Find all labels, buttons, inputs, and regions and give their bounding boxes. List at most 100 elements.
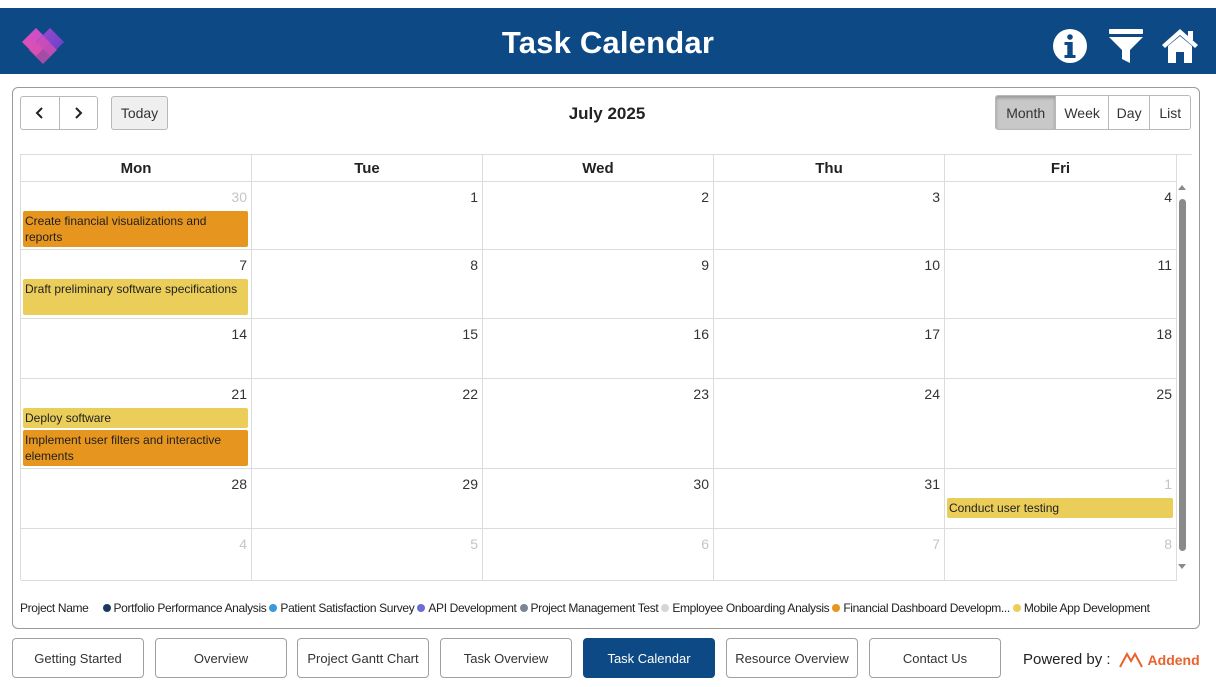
day-cell[interactable]: 30 Create financial visualizations and re… xyxy=(21,182,252,250)
home-icon[interactable] xyxy=(1160,26,1200,66)
calendar-scrollbar[interactable] xyxy=(1176,185,1188,581)
day-number[interactable]: 30 xyxy=(693,476,709,492)
day-number[interactable]: 6 xyxy=(701,536,709,552)
scroll-down-icon[interactable] xyxy=(1178,564,1186,569)
legend-item[interactable]: Employee Onboarding Analysis xyxy=(661,601,830,615)
legend-item[interactable]: Mobile App Development xyxy=(1012,601,1150,615)
day-number[interactable]: 21 xyxy=(231,386,247,402)
day-number[interactable]: 17 xyxy=(924,326,940,342)
day-number[interactable]: 1 xyxy=(470,189,478,205)
day-cell[interactable]: 23 xyxy=(483,379,714,469)
day-number[interactable]: 8 xyxy=(470,257,478,273)
scroll-up-icon[interactable] xyxy=(1178,185,1186,190)
day-number[interactable]: 8 xyxy=(1164,536,1172,552)
calendar-event[interactable]: Create financial visualizations and repo… xyxy=(23,211,248,247)
scroll-thumb[interactable] xyxy=(1179,199,1186,551)
day-cell[interactable]: 1 xyxy=(252,182,483,250)
powered-by-brand: Addend xyxy=(1147,651,1200,668)
day-cell[interactable]: 7 Draft preliminary software specificatio… xyxy=(21,250,252,319)
day-number[interactable]: 7 xyxy=(239,257,247,273)
day-number[interactable]: 2 xyxy=(701,189,709,205)
day-cell[interactable]: 16 xyxy=(483,319,714,379)
day-number[interactable]: 23 xyxy=(693,386,709,402)
legend-item[interactable]: Portfolio Performance Analysis xyxy=(102,601,267,615)
legend-item[interactable]: Project Management Test xyxy=(519,601,659,615)
legend-dot-icon xyxy=(102,604,111,612)
legend-dot-icon xyxy=(269,604,278,612)
day-number[interactable]: 9 xyxy=(701,257,709,273)
day-cell[interactable]: 5 xyxy=(252,529,483,581)
day-cell[interactable]: 1 Conduct user testing xyxy=(945,469,1177,529)
day-cell[interactable]: 18 xyxy=(945,319,1177,379)
nav-button-task-calendar[interactable]: Task Calendar xyxy=(583,638,715,678)
day-number[interactable]: 5 xyxy=(470,536,478,552)
day-cell[interactable]: 8 xyxy=(252,250,483,319)
legend-item[interactable]: API Development xyxy=(417,601,517,615)
view-day-button[interactable]: Day xyxy=(1107,96,1150,129)
nav-button-overview[interactable]: Overview xyxy=(155,638,287,678)
view-month-button[interactable]: Month xyxy=(996,96,1056,129)
day-number[interactable]: 29 xyxy=(462,476,478,492)
weekday-header: Thu xyxy=(714,155,945,182)
nav-button-task-overview[interactable]: Task Overview xyxy=(440,638,572,678)
day-number[interactable]: 25 xyxy=(1156,386,1172,402)
nav-button-project-gantt-chart[interactable]: Project Gantt Chart xyxy=(297,638,429,678)
day-cell[interactable]: 30 xyxy=(483,469,714,529)
day-number[interactable]: 3 xyxy=(932,189,940,205)
day-cell[interactable]: 8 xyxy=(945,529,1177,581)
day-cell[interactable]: 10 xyxy=(714,250,945,319)
filter-icon[interactable] xyxy=(1106,26,1146,66)
calendar-event[interactable]: Implement user filters and interactive e… xyxy=(23,430,248,466)
day-number[interactable]: 31 xyxy=(924,476,940,492)
day-number[interactable]: 1 xyxy=(1164,476,1172,492)
day-cell[interactable]: 21 Deploy software Implement user filters … xyxy=(21,379,252,469)
day-cell[interactable]: 6 xyxy=(483,529,714,581)
view-switcher: Month Week Day List xyxy=(995,95,1191,130)
day-number[interactable]: 7 xyxy=(932,536,940,552)
day-number[interactable]: 10 xyxy=(924,257,940,273)
nav-button-getting-started[interactable]: Getting Started xyxy=(12,638,144,678)
view-list-button[interactable]: List xyxy=(1149,96,1190,129)
day-cell[interactable]: 14 xyxy=(21,319,252,379)
day-number[interactable]: 22 xyxy=(462,386,478,402)
day-cell[interactable]: 29 xyxy=(252,469,483,529)
day-number[interactable]: 24 xyxy=(924,386,940,402)
info-icon[interactable] xyxy=(1050,26,1090,66)
view-week-button[interactable]: Week xyxy=(1055,96,1108,129)
calendar-event[interactable]: Deploy software xyxy=(23,408,248,428)
page-title: Task Calendar xyxy=(501,25,715,60)
day-cell[interactable]: 17 xyxy=(714,319,945,379)
day-cell[interactable]: 28 xyxy=(21,469,252,529)
day-cell[interactable]: 11 xyxy=(945,250,1177,319)
day-cell[interactable]: 24 xyxy=(714,379,945,469)
day-number[interactable]: 30 xyxy=(231,189,247,205)
weekday-header: Mon xyxy=(21,155,252,182)
calendar-event[interactable]: Conduct user testing xyxy=(947,498,1173,518)
day-cell[interactable]: 2 xyxy=(483,182,714,250)
calendar-event[interactable]: Draft preliminary software specification… xyxy=(23,279,248,315)
day-cell[interactable]: 22 xyxy=(252,379,483,469)
day-number[interactable]: 4 xyxy=(1164,189,1172,205)
day-number[interactable]: 4 xyxy=(239,536,247,552)
day-number[interactable]: 28 xyxy=(231,476,247,492)
legend-label: Patient Satisfaction Survey xyxy=(280,601,415,615)
day-cell[interactable]: 4 xyxy=(945,182,1177,250)
day-cell[interactable]: 7 xyxy=(714,529,945,581)
nav-button-contact-us[interactable]: Contact Us xyxy=(869,638,1001,678)
day-cell[interactable]: 15 xyxy=(252,319,483,379)
day-cell[interactable]: 3 xyxy=(714,182,945,250)
day-number[interactable]: 16 xyxy=(693,326,709,342)
day-number[interactable]: 11 xyxy=(1157,257,1172,273)
legend-item[interactable]: Financial Dashboard Developm... xyxy=(832,601,1010,615)
nav-button-resource-overview[interactable]: Resource Overview xyxy=(726,638,858,678)
legend-item[interactable]: Patient Satisfaction Survey xyxy=(269,601,415,615)
legend-label: Portfolio Performance Analysis xyxy=(113,601,267,615)
day-cell[interactable]: 31 xyxy=(714,469,945,529)
day-cell[interactable]: 4 xyxy=(21,529,252,581)
day-cell[interactable]: 9 xyxy=(483,250,714,319)
day-number[interactable]: 14 xyxy=(231,326,247,342)
day-number[interactable]: 15 xyxy=(462,326,478,342)
day-number[interactable]: 18 xyxy=(1156,326,1172,342)
project-legend: Project Name Portfolio Performance Analy… xyxy=(20,600,1153,616)
day-cell[interactable]: 25 xyxy=(945,379,1177,469)
